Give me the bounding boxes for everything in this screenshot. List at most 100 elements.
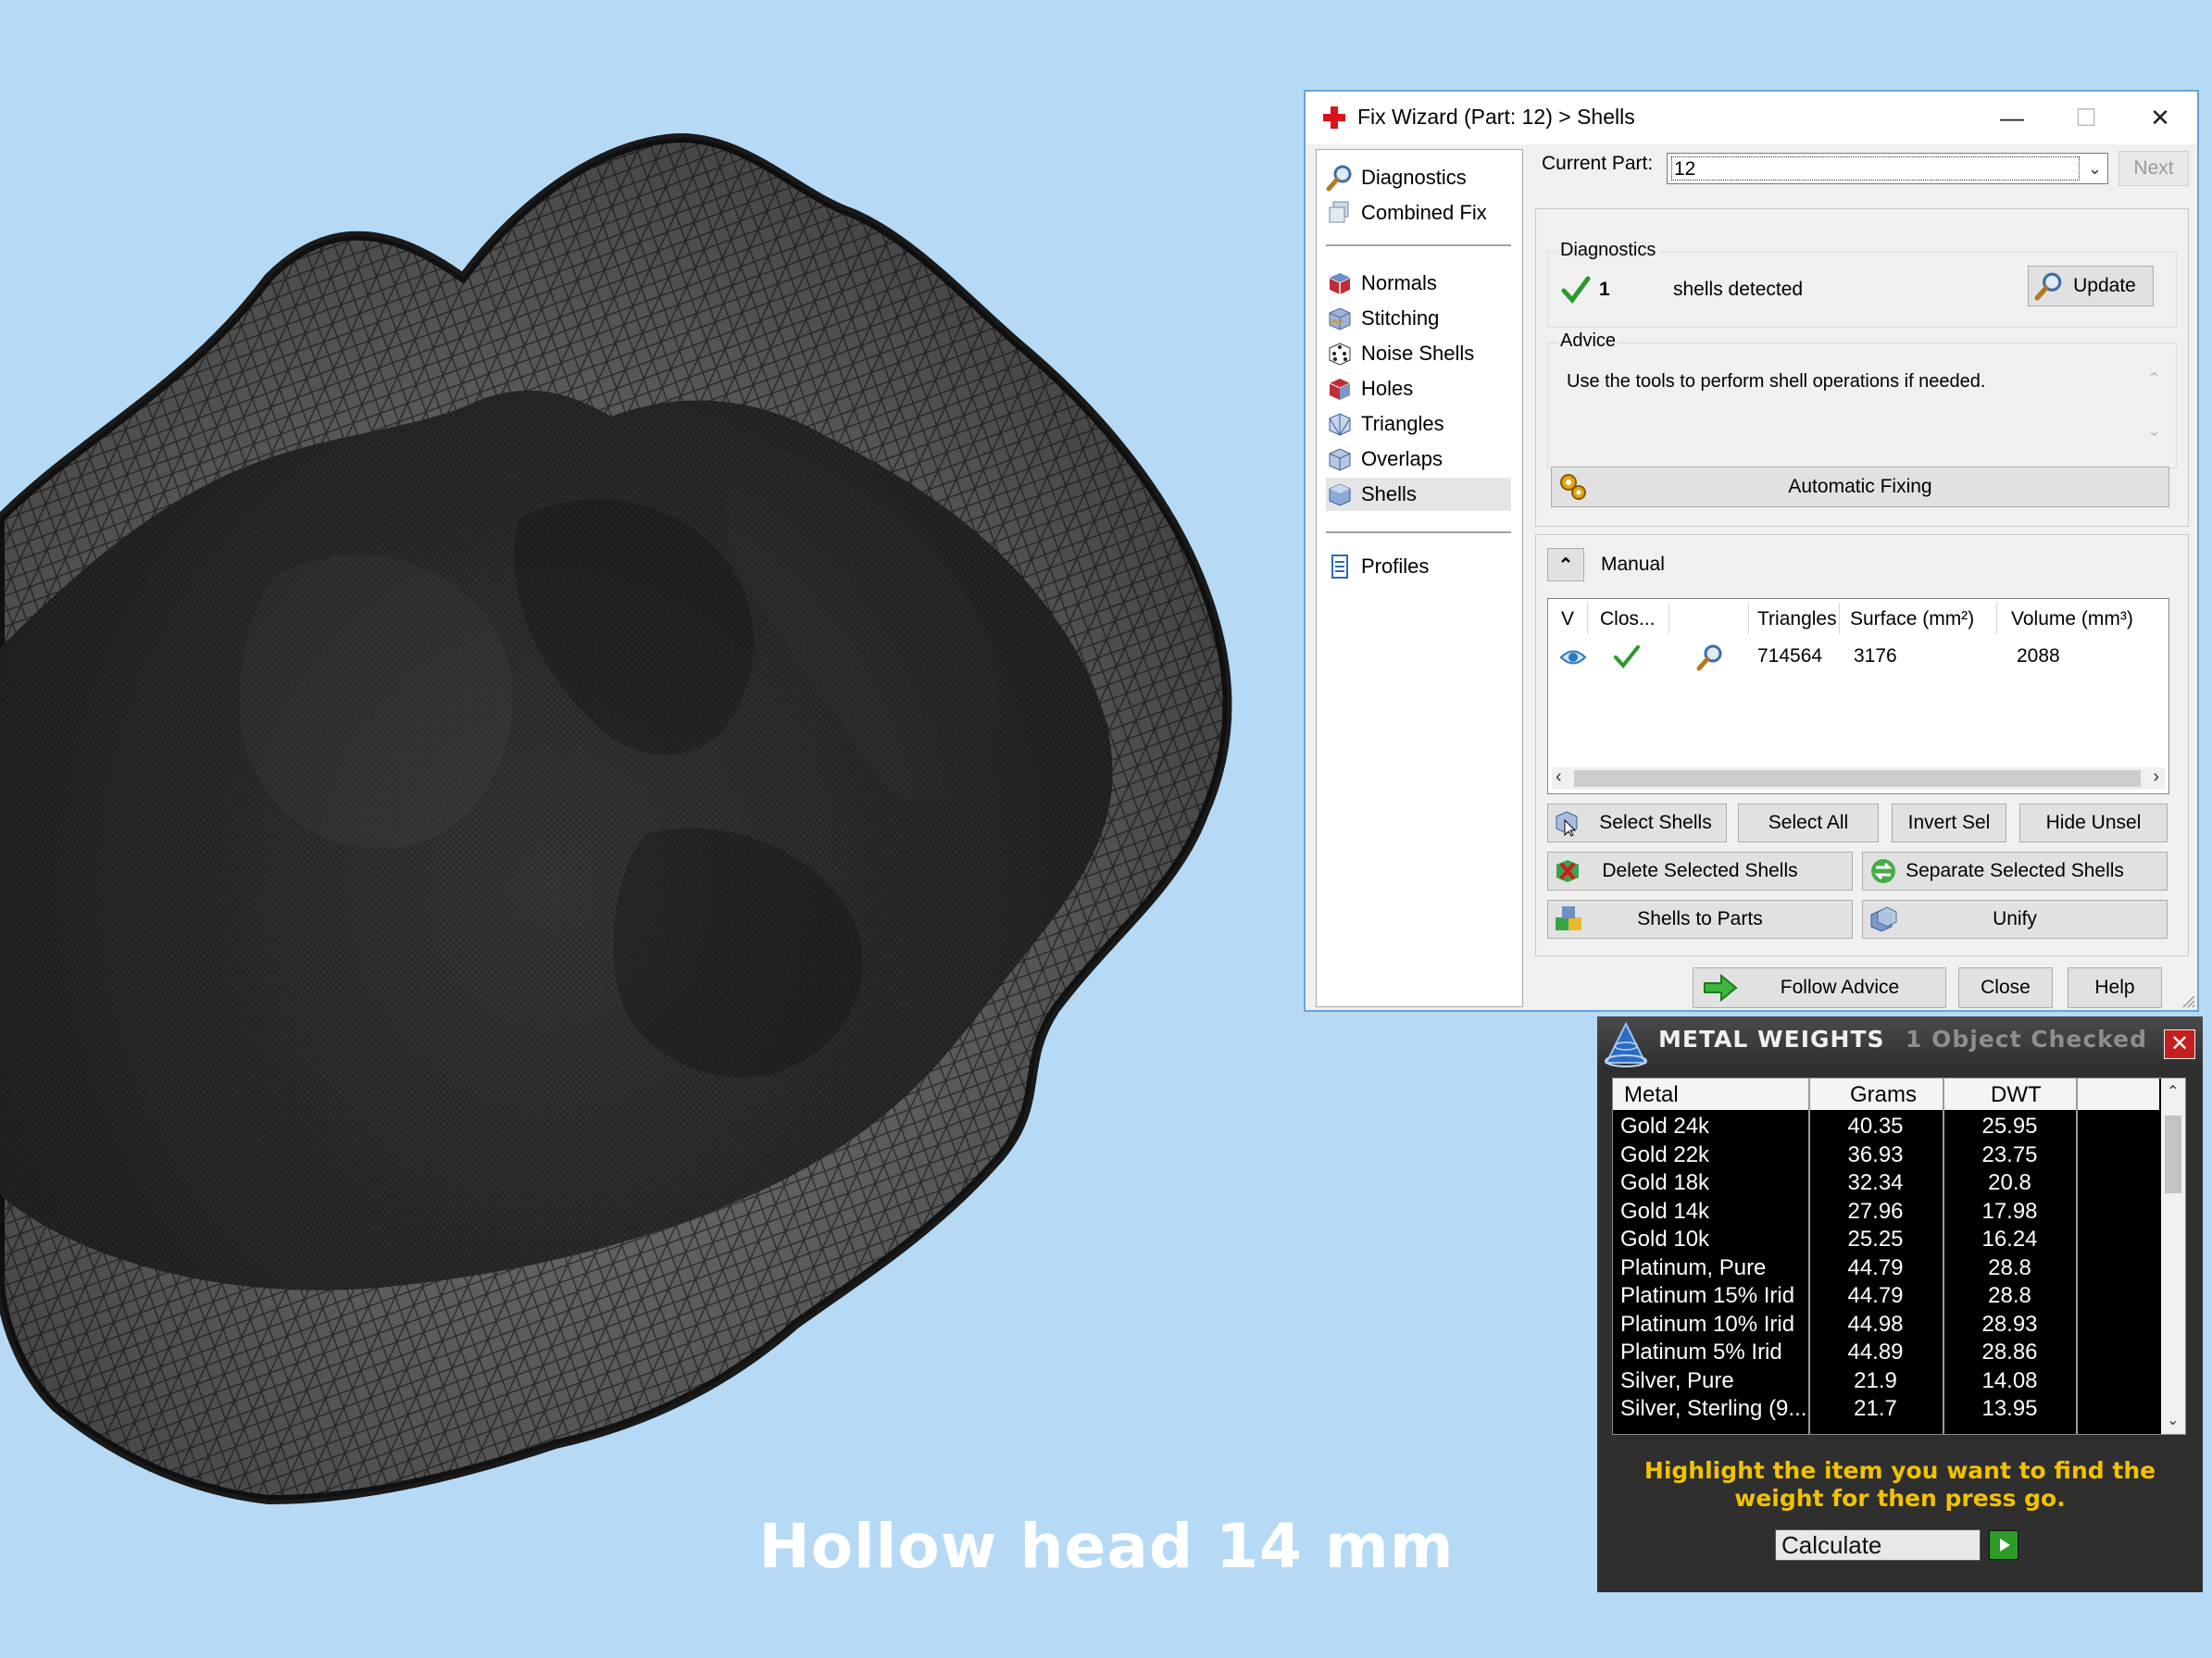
close-button[interactable]: Close xyxy=(1958,967,2053,1008)
diagnostics-group: Diagnostics 1 shells detected Update xyxy=(1547,240,2177,328)
cone-logo-icon xyxy=(1605,1021,1647,1067)
dwt-value: 28.93 xyxy=(1981,1311,2038,1337)
scroll-down-icon[interactable]: ⌄ xyxy=(2167,1411,2179,1428)
separate-selected-shells-label: Separate Selected Shells xyxy=(1906,860,2124,881)
scroll-left-icon[interactable]: ‹ xyxy=(1556,767,1562,788)
dwt-value: 13.95 xyxy=(1981,1396,2038,1421)
horizontal-scrollbar[interactable]: ‹ › xyxy=(1552,767,2165,790)
vertical-scrollbar[interactable]: ⌃ ⌄ xyxy=(2161,1078,2185,1434)
volume-value: 2088 xyxy=(2017,645,2060,667)
current-part-select[interactable]: 12 ⌄ xyxy=(1667,153,2108,184)
dwt-value: 28.8 xyxy=(1988,1254,2031,1280)
objects-checked-text: 1 Object Checked xyxy=(1906,1026,2147,1053)
column-header-dwt[interactable]: DWT xyxy=(1991,1082,2042,1108)
nav-item-diagnostics[interactable]: Diagnostics xyxy=(1326,161,1511,194)
nav-item-normals[interactable]: Normals xyxy=(1326,267,1511,300)
nav-label: Shells xyxy=(1361,482,1417,505)
hide-unsel-button[interactable]: Hide Unsel xyxy=(2019,804,2168,842)
scrollbar-thumb[interactable] xyxy=(2165,1116,2181,1193)
hollow-head-mesh xyxy=(0,133,1232,1505)
go-button[interactable] xyxy=(1989,1530,2018,1560)
scroll-up-icon[interactable]: ⌃ xyxy=(2167,1082,2179,1100)
chevron-down-icon: ⌄ xyxy=(2087,159,2102,178)
nav-item-combined-fix[interactable]: Combined Fix xyxy=(1326,196,1511,230)
delete-selected-shells-button[interactable]: Delete Selected Shells xyxy=(1547,852,1853,891)
nav-label: Diagnostics xyxy=(1361,166,1467,189)
column-header-grams[interactable]: Grams xyxy=(1850,1082,1917,1108)
wizard-nav: Diagnostics Combined Fix Normals Stitchi… xyxy=(1316,149,1523,1007)
title-bar[interactable]: Fix Wizard (Part: 12) > Shells — ☐ ✕ xyxy=(1306,92,2197,144)
next-button[interactable]: Next xyxy=(2118,151,2189,186)
stitching-cube-icon xyxy=(1329,307,1351,330)
holes-cube-icon xyxy=(1329,379,1351,400)
follow-advice-label: Follow Advice xyxy=(1780,977,1900,998)
unify-cubes-icon xyxy=(1870,906,1897,932)
metal-weights-header: METAL WEIGHTS 1 Object Checked ✕ xyxy=(1597,1016,2203,1070)
separate-selected-shells-button[interactable]: Separate Selected Shells xyxy=(1862,852,2168,891)
nav-label: Combined Fix xyxy=(1361,201,1487,224)
shells-table[interactable]: V Clos... Triangles Surface (mm²) Volume… xyxy=(1547,598,2169,794)
nav-item-stitching[interactable]: Stitching xyxy=(1326,302,1511,335)
grams-value: 44.79 xyxy=(1847,1283,1904,1308)
table-row[interactable]: 714564 3176 2088 xyxy=(1548,599,2168,673)
scroll-up-icon[interactable]: ⌃ xyxy=(2147,369,2161,389)
nav-item-triangles[interactable]: Triangles xyxy=(1326,407,1511,441)
calculate-field[interactable]: Calculate xyxy=(1775,1529,1981,1561)
window-title: Fix Wizard (Part: 12) > Shells xyxy=(1357,105,1635,129)
normals-cube-icon xyxy=(1329,273,1351,294)
metal-weights-table[interactable]: Metal Grams DWT Gold 24k 40.35 25.95 Gold 2… xyxy=(1612,1078,2186,1435)
nav-item-holes[interactable]: Holes xyxy=(1326,372,1511,405)
scrollbar-thumb[interactable] xyxy=(1574,770,2141,787)
magnifier-icon[interactable] xyxy=(1696,643,1724,671)
eye-icon[interactable] xyxy=(1559,647,1587,667)
nav-label: Noise Shells xyxy=(1361,342,1475,365)
unify-label: Unify xyxy=(1993,908,2037,929)
document-icon xyxy=(1331,555,1348,579)
manual-panel: ⌃ Manual V Clos... Triangles Surface (mm… xyxy=(1535,534,2189,956)
gears-icon xyxy=(1560,474,1586,500)
collapse-manual-button[interactable]: ⌃ xyxy=(1547,548,1584,581)
grams-value: 32.34 xyxy=(1847,1170,1904,1195)
nav-item-shells[interactable]: Shells xyxy=(1326,478,1511,511)
select-shells-button[interactable]: Select Shells xyxy=(1547,804,1727,842)
automatic-fixing-button[interactable]: Automatic Fixing xyxy=(1551,467,2169,507)
nav-item-overlaps[interactable]: Overlaps xyxy=(1326,443,1511,476)
invert-sel-button[interactable]: Invert Sel xyxy=(1892,804,2006,842)
advice-group-title: Advice xyxy=(1557,330,1619,352)
scroll-down-icon[interactable]: ⌄ xyxy=(2147,421,2161,441)
maximize-button[interactable]: ☐ xyxy=(2049,92,2123,144)
scroll-right-icon[interactable]: › xyxy=(2153,767,2159,788)
shells-to-parts-button[interactable]: Shells to Parts xyxy=(1547,900,1853,939)
grams-value: 44.79 xyxy=(1847,1254,1904,1280)
dwt-value: 17.98 xyxy=(1981,1198,2038,1224)
help-button[interactable]: Help xyxy=(2068,967,2162,1008)
advice-group: Advice Use the tools to perform shell op… xyxy=(1547,330,2177,468)
diagnostics-group-title: Diagnostics xyxy=(1557,240,1659,261)
triangles-value: 714564 xyxy=(1757,645,1823,667)
magnifier-icon xyxy=(1326,165,1352,192)
nav-item-profiles[interactable]: Profiles xyxy=(1326,550,1511,583)
magnifier-icon xyxy=(2034,272,2062,301)
shells-detected-text: shells detected xyxy=(1673,279,1804,300)
nav-separator xyxy=(1326,244,1511,246)
green-arrow-icon xyxy=(1704,973,1738,1003)
overlaps-cube-icon xyxy=(1329,448,1351,471)
follow-advice-button[interactable]: Follow Advice xyxy=(1693,967,1946,1008)
nav-item-noise-shells[interactable]: Noise Shells xyxy=(1326,337,1511,370)
caption-text: Hollow head 14 mm xyxy=(758,1511,1455,1582)
metal-weights-close-button[interactable]: ✕ xyxy=(2164,1029,2195,1059)
select-all-button[interactable]: Select All xyxy=(1738,804,1879,842)
metal-name: Silver, Sterling (9... xyxy=(1620,1396,1807,1421)
unify-button[interactable]: Unify xyxy=(1862,900,2168,939)
metal-name: Platinum 5% Irid xyxy=(1620,1340,1782,1365)
resize-grip-icon[interactable] xyxy=(2179,991,2195,1008)
close-window-button[interactable]: ✕ xyxy=(2123,92,2197,144)
minimize-button[interactable]: — xyxy=(1975,92,2049,144)
stacked-cubes-icon xyxy=(1329,201,1349,223)
fix-wizard-window[interactable]: Fix Wizard (Part: 12) > Shells — ☐ ✕ Dia… xyxy=(1304,90,2199,1012)
metal-weights-panel[interactable]: METAL WEIGHTS 1 Object Checked ✕ Metal G… xyxy=(1597,1016,2203,1592)
column-header-metal[interactable]: Metal xyxy=(1624,1082,1679,1108)
dwt-value: 14.08 xyxy=(1981,1367,2038,1393)
update-button[interactable]: Update xyxy=(2028,266,2154,306)
delete-cube-icon xyxy=(1556,860,1579,882)
